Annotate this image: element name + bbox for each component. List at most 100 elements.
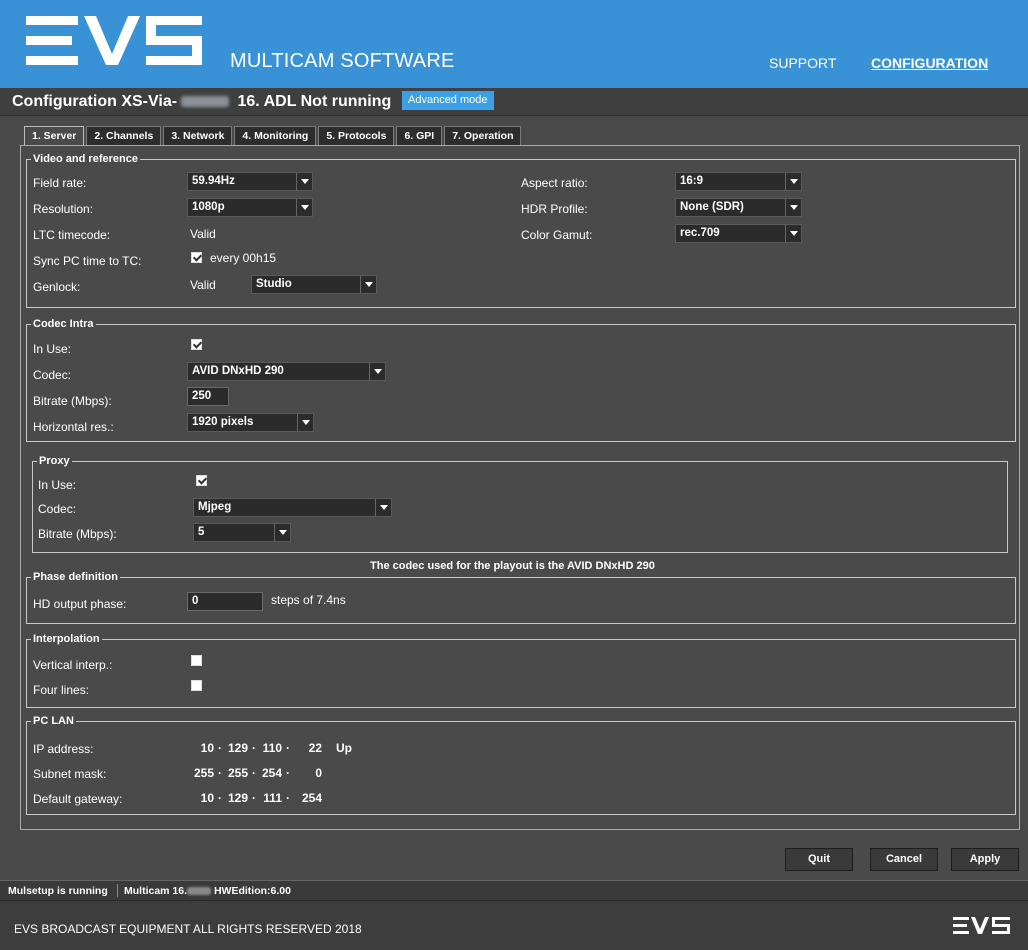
mask-octet-1: 255 [193,766,214,780]
proxy-codec-select[interactable]: Mjpeg [193,498,392,517]
horizontal-res-select[interactable]: 1920 pixels [187,413,314,432]
gw-octet-1: 10 [200,791,214,805]
tab-operation[interactable]: 7. Operation [444,126,522,145]
hd-output-phase-input[interactable]: 0 [187,592,263,611]
app-footer: EVS BROADCAST EQUIPMENT ALL RIGHTS RESER… [0,900,1028,950]
evs-logo [26,16,202,65]
app-header: MULTICAM SOFTWARE SUPPORT CONFIGURATION [0,0,1028,88]
ip-address-label: IP address: [33,742,94,756]
proxy-bitrate-value: 5 [198,526,205,538]
field-rate-value: 59.94Hz [192,175,235,187]
ip-octet-2: 129 [227,741,248,755]
ip-dot: · [286,741,290,755]
genlock-status: Valid [190,278,216,292]
nav-support-link[interactable]: SUPPORT [769,55,836,71]
color-gamut-select[interactable]: rec.709 [675,224,802,243]
ip-dot: · [252,766,256,780]
ip-address-value: 10 · 129 · 110 · 22 Up [196,741,352,755]
tab-protocols[interactable]: 5. Protocols [318,126,395,145]
pc-lan-legend: PC LAN [33,715,74,727]
apply-button[interactable]: Apply [951,848,1019,871]
genlock-mode-value: Studio [256,278,292,290]
config-titlebar: Configuration XS-Via- 16. ADL Not runnin… [0,88,1028,116]
status-version: Multicam 16. HWEdition:6.00 [124,885,291,897]
intra-codec-select[interactable]: AVID DNxHD 290 [187,362,386,381]
proxy-in-use-label: In Use: [38,478,77,492]
tab-bar: 1. Server 2. Channels 3. Network 4. Moni… [24,126,522,145]
resolution-value: 1080p [192,201,225,213]
page-title-prefix: Configuration XS-Via- [12,93,178,110]
chevron-down-icon [369,363,385,380]
intra-codec-label: Codec: [33,368,72,382]
resolution-select[interactable]: 1080p [187,198,313,217]
ip-dot: · [286,766,290,780]
evs-logo-small [953,917,1010,934]
default-gateway-label: Default gateway: [33,792,123,806]
chevron-down-icon [297,414,313,431]
tab-monitoring[interactable]: 4. Monitoring [234,126,317,145]
redacted-serial [181,96,230,108]
hd-output-phase-unit: steps of 7.4ns [271,593,346,607]
hw-edition: HWEdition:6.00 [211,885,291,897]
hdr-profile-select[interactable]: None (SDR) [675,198,802,217]
interpolation-group: Interpolation [26,633,1016,708]
horizontal-res-label: Horizontal res.: [33,420,114,434]
sync-pc-time-label: Sync PC time to TC: [33,254,142,268]
resolution-label: Resolution: [33,202,94,216]
default-gateway-value: 10 · 129 · 111 · 254 [196,791,322,805]
gw-octet-3: 111 [263,791,282,805]
page-title-suffix: 16. ADL Not running [233,93,392,110]
chevron-down-icon [785,225,801,242]
quit-button[interactable]: Quit [785,848,853,871]
proxy-codec-label: Codec: [38,502,77,516]
proxy-bitrate-select[interactable]: 5 [193,523,291,542]
ip-octet-3: 110 [262,741,282,755]
hdr-profile-value: None (SDR) [680,201,744,213]
ip-dot: · [252,741,256,755]
advanced-mode-badge[interactable]: Advanced mode [402,91,494,110]
intra-codec-value: AVID DNxHD 290 [192,365,284,377]
proxy-in-use-checkbox[interactable] [196,475,207,486]
vertical-interp-checkbox[interactable] [191,655,202,666]
tab-network[interactable]: 3. Network [163,126,233,145]
four-lines-checkbox[interactable] [191,680,202,691]
phase-definition-group: Phase definition [26,571,1016,624]
vertical-interp-label: Vertical interp.: [33,658,113,672]
gw-octet-2: 129 [227,791,248,805]
video-reference-legend: Video and reference [33,153,138,165]
tab-channels[interactable]: 2. Channels [86,126,162,145]
interpolation-legend: Interpolation [33,633,100,645]
tab-server[interactable]: 1. Server [24,126,85,145]
ip-octet-1: 10 [200,741,214,755]
hdr-profile-label: HDR Profile: [521,202,588,216]
cancel-button[interactable]: Cancel [870,848,938,871]
page-title: Configuration XS-Via- 16. ADL Not runnin… [12,93,391,111]
sync-pc-time-checkbox[interactable] [191,252,202,263]
color-gamut-label: Color Gamut: [521,228,593,242]
codec-intra-group: Codec Intra [26,318,1016,442]
chevron-down-icon [296,199,312,216]
chevron-down-icon [785,199,801,216]
intra-bitrate-input[interactable]: 250 [187,387,229,406]
ip-dot: · [218,791,222,805]
nav-configuration-link[interactable]: CONFIGURATION [871,55,988,71]
aspect-ratio-label: Aspect ratio: [521,176,588,190]
horizontal-res-value: 1920 pixels [192,416,254,428]
status-divider [117,884,118,897]
subnet-mask-label: Subnet mask: [33,767,107,781]
ip-status: Up [336,741,352,755]
status-running-text: Mulsetup is running [8,885,108,897]
aspect-ratio-select[interactable]: 16:9 [675,172,802,191]
intra-in-use-checkbox[interactable] [191,339,202,350]
color-gamut-value: rec.709 [680,227,720,239]
four-lines-label: Four lines: [33,683,90,697]
chevron-down-icon [375,499,391,516]
mask-octet-4: 0 [315,766,322,780]
genlock-mode-select[interactable]: Studio [251,275,377,294]
ltc-timecode-label: LTC timecode: [33,228,111,242]
tab-gpi[interactable]: 6. GPI [396,126,443,145]
subnet-mask-value: 255 · 255 · 254 · 0 [190,766,322,780]
field-rate-select[interactable]: 59.94Hz [187,172,313,191]
gw-octet-4: 254 [301,791,322,805]
intra-bitrate-label: Bitrate (Mbps): [33,394,112,408]
